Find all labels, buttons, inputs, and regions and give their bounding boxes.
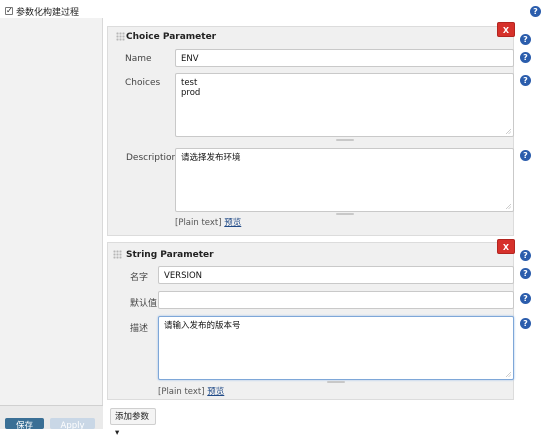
description-textarea[interactable]: 请选择发布环境 — [175, 148, 514, 212]
plain-text-note: [Plain text] 预览 — [175, 216, 241, 228]
name-input-value: VERSION — [164, 271, 203, 281]
delete-string-parameter-button[interactable]: X — [497, 239, 515, 254]
preview-link[interactable]: 预览 — [207, 387, 224, 397]
textarea-splitter[interactable] — [336, 213, 354, 215]
choices-label: Choices — [125, 78, 161, 88]
help-icon[interactable]: ? — [520, 250, 531, 261]
drag-handle-icon[interactable] — [116, 32, 125, 41]
plain-text-note: [Plain text] 预览 — [158, 385, 224, 397]
help-icon[interactable]: ? — [520, 318, 531, 329]
plain-text-label: [Plain text] — [158, 387, 205, 397]
choice-parameter-title: Choice Parameter — [126, 32, 217, 42]
name-label: Name — [125, 54, 152, 64]
description-label: Description — [126, 153, 178, 163]
help-icon[interactable]: ? — [520, 293, 531, 304]
help-icon[interactable]: ? — [530, 6, 541, 17]
plain-text-label: [Plain text] — [175, 218, 222, 228]
name-input[interactable]: VERSION — [158, 266, 514, 284]
help-icon[interactable]: ? — [520, 268, 531, 279]
help-icon[interactable]: ? — [520, 150, 531, 161]
textarea-splitter[interactable] — [327, 381, 345, 383]
resize-handle-icon[interactable] — [505, 128, 511, 134]
resize-handle-icon[interactable] — [505, 203, 511, 209]
description-label: 描述 — [130, 324, 149, 334]
description-textarea-value: 请选择发布环境 — [181, 153, 241, 163]
parameterized-build-checkbox[interactable]: ✓ — [5, 7, 13, 15]
check-icon: ✓ — [6, 6, 13, 15]
default-value-input-value — [159, 292, 513, 298]
help-icon[interactable]: ? — [520, 52, 531, 63]
add-parameter-button[interactable]: 添加参数 ▾ — [110, 408, 156, 438]
delete-choice-parameter-button[interactable]: X — [497, 22, 515, 37]
choices-textarea[interactable]: test prod — [175, 73, 514, 137]
preview-link[interactable]: 预览 — [224, 218, 241, 228]
string-parameter-title: String Parameter — [126, 250, 214, 260]
add-parameter-label: 添加参数 — [115, 412, 150, 422]
choices-textarea-value: test prod — [181, 78, 201, 98]
drag-handle-icon[interactable] — [113, 250, 122, 259]
help-icon[interactable]: ? — [520, 34, 531, 45]
default-value-input[interactable] — [158, 291, 514, 309]
left-sidebar — [0, 18, 103, 429]
description-textarea-value: 请输入发布的版本号 — [164, 321, 241, 331]
save-button[interactable]: 保存 — [5, 418, 44, 431]
textarea-splitter[interactable] — [336, 139, 354, 141]
resize-handle-icon[interactable] — [505, 371, 511, 377]
help-icon[interactable]: ? — [520, 75, 531, 86]
name-input[interactable]: ENV — [175, 49, 514, 67]
description-textarea[interactable]: 请输入发布的版本号 — [158, 316, 514, 380]
chevron-down-icon: ▾ — [115, 428, 120, 438]
parameterized-build-label: 参数化构建过程 — [16, 8, 80, 18]
apply-button[interactable]: Apply — [50, 418, 95, 431]
name-label: 名字 — [130, 273, 149, 283]
default-value-label: 默认值 — [130, 299, 158, 309]
name-input-value: ENV — [181, 54, 199, 64]
